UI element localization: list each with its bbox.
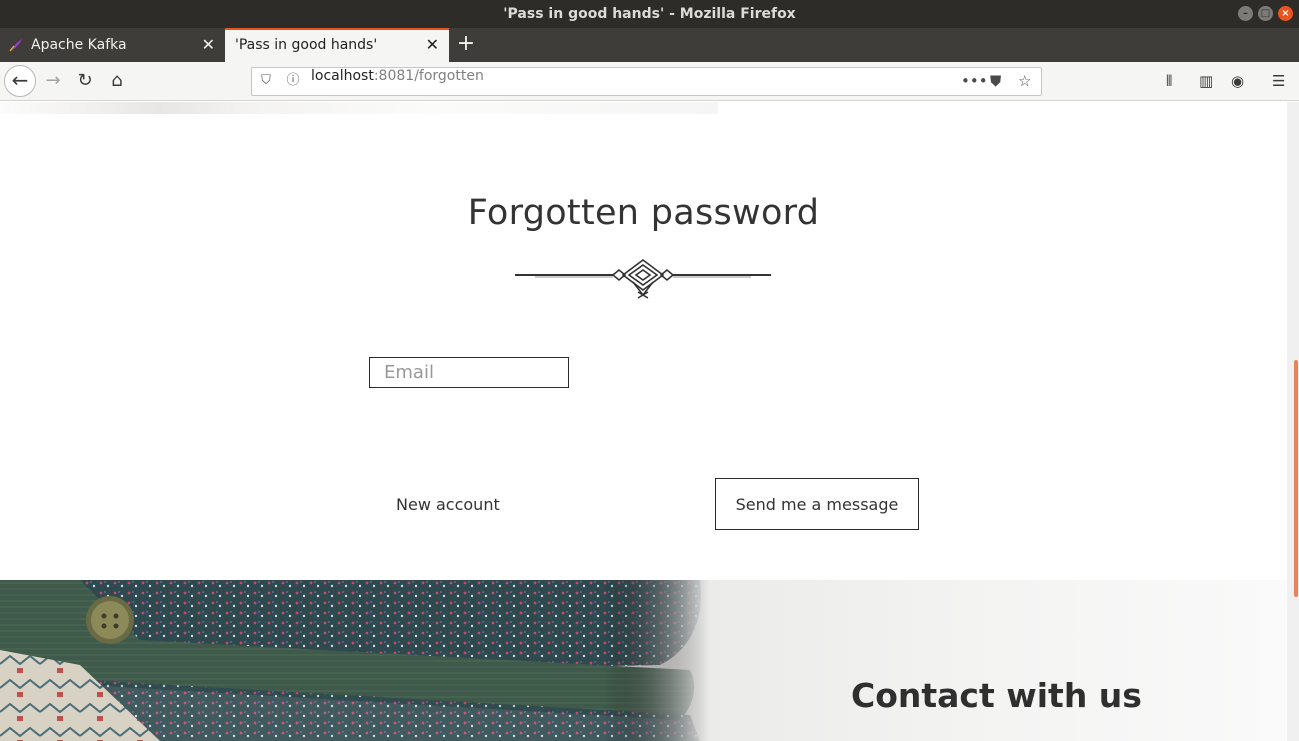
- ornament-divider: [515, 259, 771, 299]
- pocket-icon[interactable]: ⛊: [990, 72, 1001, 91]
- home-icon[interactable]: ⌂: [102, 66, 132, 96]
- new-account-link[interactable]: New account: [396, 495, 500, 514]
- tab-label: 'Pass in good hands': [235, 37, 378, 53]
- sweater-photo: [0, 580, 710, 741]
- window-titlebar: 'Pass in good hands' - Mozilla Firefox –…: [0, 0, 1299, 28]
- tab-label: Apache Kafka: [31, 37, 127, 53]
- new-tab-button[interactable]: +: [455, 28, 477, 62]
- url-bar[interactable]: ⛉ ⓘ localhost:8081/forgotten ••• ⛊ ☆: [251, 67, 1042, 96]
- page-content: Forgotten password New account Send me a…: [0, 102, 1287, 741]
- tab-strip: Apache Kafka ✕ 'Pass in good hands' ✕ +: [0, 28, 1299, 62]
- reload-icon[interactable]: ↻: [70, 66, 100, 96]
- back-icon[interactable]: ←: [4, 65, 36, 97]
- sidebar-icon[interactable]: ▥: [1199, 70, 1213, 92]
- email-input[interactable]: [369, 357, 569, 388]
- navigation-toolbar: ← → ↻ ⌂ ⛉ ⓘ localhost:8081/forgotten •••…: [0, 62, 1299, 101]
- close-tab-icon[interactable]: ✕: [202, 28, 215, 62]
- menu-icon[interactable]: ☰: [1272, 70, 1285, 92]
- contact-heading: Contact with us: [851, 676, 1142, 715]
- minimize-button[interactable]: –: [1238, 6, 1253, 21]
- more-icon[interactable]: •••: [961, 72, 988, 91]
- bookmark-star-icon[interactable]: ☆: [1018, 72, 1031, 91]
- page-scrollbar[interactable]: [1287, 102, 1299, 741]
- window-controls: – □ ×: [1238, 6, 1293, 21]
- forward-icon[interactable]: →: [38, 66, 68, 96]
- send-message-button[interactable]: Send me a message: [715, 478, 919, 530]
- window-title: 'Pass in good hands' - Mozilla Firefox: [503, 6, 796, 22]
- close-window-button[interactable]: ×: [1278, 6, 1293, 21]
- scrollbar-thumb[interactable]: [1294, 360, 1298, 597]
- close-tab-icon[interactable]: ✕: [426, 30, 439, 60]
- tab-pass-in-good-hands[interactable]: 'Pass in good hands' ✕: [225, 28, 449, 62]
- account-icon[interactable]: ◉: [1231, 70, 1244, 92]
- page-title: Forgotten password: [467, 193, 820, 233]
- maximize-button[interactable]: □: [1258, 6, 1273, 21]
- contact-section: Contact with us: [0, 580, 1287, 741]
- tab-apache-kafka[interactable]: Apache Kafka ✕: [0, 28, 225, 62]
- kafka-feather-icon: [9, 39, 22, 52]
- info-icon[interactable]: ⓘ: [285, 73, 301, 89]
- url-text[interactable]: localhost:8081/forgotten: [311, 68, 484, 84]
- library-icon[interactable]: ⫴: [1166, 70, 1172, 92]
- hero-image-edge: [0, 102, 718, 114]
- shield-icon[interactable]: ⛉: [258, 73, 274, 89]
